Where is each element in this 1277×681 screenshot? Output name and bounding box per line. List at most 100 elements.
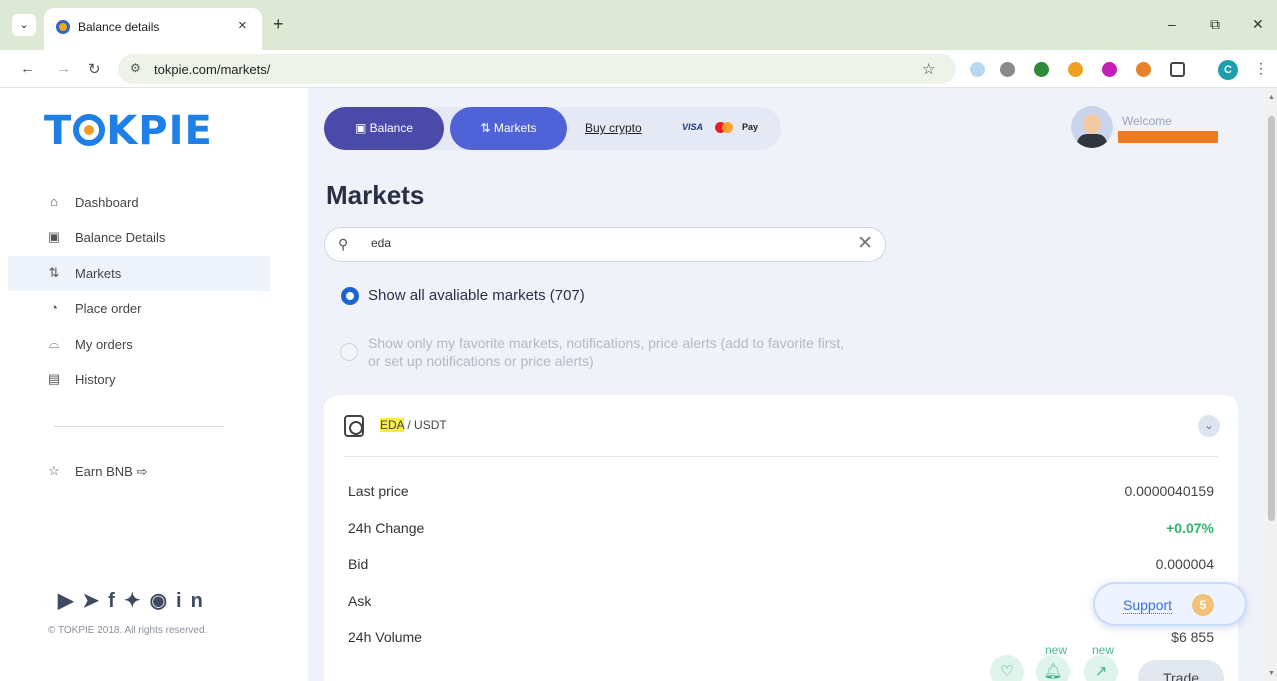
sidebar-item-my-orders[interactable]: ⌓ My orders	[8, 327, 270, 362]
market-search: ⚲ ✕	[324, 227, 886, 262]
support-count-badge: 5	[1192, 594, 1214, 616]
home-icon: ⌂	[50, 194, 58, 209]
radio-show-all[interactable]	[341, 287, 359, 305]
extension-bug-icon[interactable]	[1000, 62, 1015, 77]
facebook-icon[interactable]: f	[108, 590, 124, 612]
sidebar-item-history[interactable]: ▤ History	[8, 362, 270, 397]
twitter-icon[interactable]: ✦	[124, 590, 150, 612]
url-text: tokpie.com/markets/	[154, 62, 271, 77]
sidebar-item-dashboard[interactable]: ⌂ Dashboard	[8, 185, 270, 220]
extension-person-icon[interactable]	[1034, 62, 1049, 77]
browser-tab[interactable]: Balance details ×	[44, 8, 262, 50]
minimize-button[interactable]: –	[1168, 16, 1176, 32]
new-tab-button[interactable]: +	[273, 15, 284, 33]
welcome-text: Welcome	[1122, 114, 1172, 128]
earn-bnb-label: Earn BNB ⇨	[75, 464, 148, 479]
sidebar-divider	[54, 426, 224, 427]
history-icon: ▤	[47, 371, 61, 386]
apple-pay-logo: Pay	[742, 122, 759, 132]
market-row-last-price: Last price 0.0000040159	[348, 483, 1214, 499]
earn-bnb-link[interactable]: ☆ Earn BNB ⇨	[8, 454, 270, 489]
tokpie-favicon-icon	[56, 20, 70, 34]
sidebar-item-balance-details[interactable]: ▣ Balance Details	[8, 220, 270, 255]
place-order-icon: ◔	[50, 300, 58, 315]
market-row-24h-volume: 24h Volume $6 855	[348, 629, 1214, 645]
extension-coin-icon[interactable]	[1068, 62, 1083, 77]
extension-purple-icon[interactable]	[1102, 62, 1117, 77]
markets-arrows-icon: ⇅	[480, 121, 494, 135]
reddit-icon[interactable]: ◉	[150, 590, 176, 612]
radio-show-all-label[interactable]: Show all avaliable markets (707)	[368, 287, 585, 304]
arrow-right-icon: ⇨	[136, 464, 148, 479]
sidebar-item-label: Dashboard	[75, 195, 139, 210]
sidebar-item-label: Place order	[75, 301, 142, 316]
tab-title: Balance details	[78, 20, 160, 34]
balance-icon: ▣	[47, 229, 61, 244]
close-window-button[interactable]: ✕	[1252, 16, 1264, 33]
mastercard-logo	[715, 122, 733, 133]
search-input[interactable]	[371, 236, 831, 250]
site-settings-icon[interactable]: ⚙	[130, 61, 141, 75]
eda-coin-icon	[344, 415, 364, 437]
radio-show-favorites[interactable]	[340, 343, 358, 361]
extension-drop-icon[interactable]	[970, 62, 985, 77]
chevron-down-icon[interactable]: ⌄	[1198, 415, 1220, 437]
profile-avatar[interactable]: C	[1218, 60, 1238, 80]
browser-tab-bar: ⌄ Balance details × + – ⧉ ✕	[0, 0, 1277, 50]
my-orders-icon: ⌓	[48, 336, 60, 351]
sidebar-item-label: My orders	[75, 337, 133, 352]
market-card: EDA / USDT ⌄ Last price 0.0000040159 24h …	[324, 395, 1238, 681]
linkedin-icon[interactable]: in	[176, 590, 212, 612]
copyright-text: © TOKPIE 2018. All rights reserved.	[48, 625, 208, 636]
social-links: ▶➤f✦◉in	[58, 588, 212, 613]
logo-target-icon	[73, 114, 106, 146]
sidebar: T KPIE ⌂ Dashboard ▣ Balance Details ⇅ Ma…	[8, 88, 308, 681]
notification-bell-icon[interactable]: 🔔︎	[1036, 655, 1070, 681]
address-bar[interactable]: ⚙ tokpie.com/markets/	[118, 54, 956, 84]
redacted-username	[1118, 131, 1218, 143]
extension-fox-icon[interactable]	[1136, 62, 1151, 77]
browser-menu-icon[interactable]: ⋮	[1254, 60, 1268, 77]
market-row-ask: Ask	[348, 593, 372, 609]
clear-search-icon[interactable]: ✕	[857, 232, 873, 255]
card-divider	[344, 456, 1218, 457]
wallet-icon: ▣	[354, 121, 370, 135]
sidebar-item-label: Markets	[75, 266, 122, 281]
sidebar-item-label: Balance Details	[75, 230, 166, 245]
scrollbar-thumb[interactable]	[1268, 116, 1275, 521]
market-row-bid: Bid 0.000004	[348, 556, 1214, 572]
telegram-icon[interactable]: ➤	[82, 590, 108, 612]
user-avatar[interactable]	[1071, 106, 1113, 148]
sidebar-item-place-order[interactable]: ◔ Place order	[8, 291, 270, 326]
balance-button[interactable]: ▣ Balance	[324, 107, 444, 150]
markets-button[interactable]: ⇅ Markets	[450, 107, 567, 150]
tab-close-icon[interactable]: ×	[238, 17, 247, 34]
reload-icon[interactable]: ↻	[88, 60, 101, 78]
market-pair[interactable]: EDA / USDT	[380, 418, 447, 432]
visa-logo: VISA	[682, 122, 704, 132]
market-row-24h-change: 24h Change +0.07%	[348, 520, 1214, 536]
extensions-puzzle-icon[interactable]	[1170, 62, 1185, 77]
restore-button[interactable]: ⧉	[1210, 16, 1220, 33]
scroll-down-icon[interactable]: ▼	[1268, 670, 1275, 677]
trade-button[interactable]: Trade	[1138, 660, 1224, 681]
buy-crypto-link[interactable]: Buy crypto	[585, 121, 642, 135]
support-button[interactable]: Support 5	[1093, 582, 1247, 626]
favorite-heart-icon[interactable]: ♡	[990, 655, 1024, 681]
sidebar-item-markets[interactable]: ⇅ Markets	[8, 256, 270, 291]
tokpie-logo[interactable]: T KPIE	[44, 108, 213, 154]
sidebar-item-label: History	[75, 372, 116, 387]
star-icon: ☆	[48, 463, 60, 478]
forward-arrow-icon[interactable]: →	[56, 60, 71, 77]
scroll-up-icon[interactable]: ▲	[1268, 94, 1275, 101]
support-label: Support	[1123, 597, 1173, 614]
browser-toolbar: ← → ↻ ⚙ tokpie.com/markets/ ☆ C ⋮	[0, 50, 1277, 88]
radio-show-favorites-label[interactable]: Show only my favorite markets, notificat…	[368, 334, 858, 370]
youtube-icon[interactable]: ▶	[58, 590, 82, 612]
back-arrow-icon[interactable]: ←	[20, 60, 35, 77]
page-scrollbar[interactable]: ▲ ▼	[1266, 88, 1277, 681]
bookmark-star-icon[interactable]: ☆	[922, 60, 935, 78]
price-alert-chart-icon[interactable]: ↗	[1084, 655, 1118, 681]
page: T KPIE ⌂ Dashboard ▣ Balance Details ⇅ Ma…	[8, 88, 1266, 681]
tab-search-button[interactable]: ⌄	[12, 14, 36, 36]
